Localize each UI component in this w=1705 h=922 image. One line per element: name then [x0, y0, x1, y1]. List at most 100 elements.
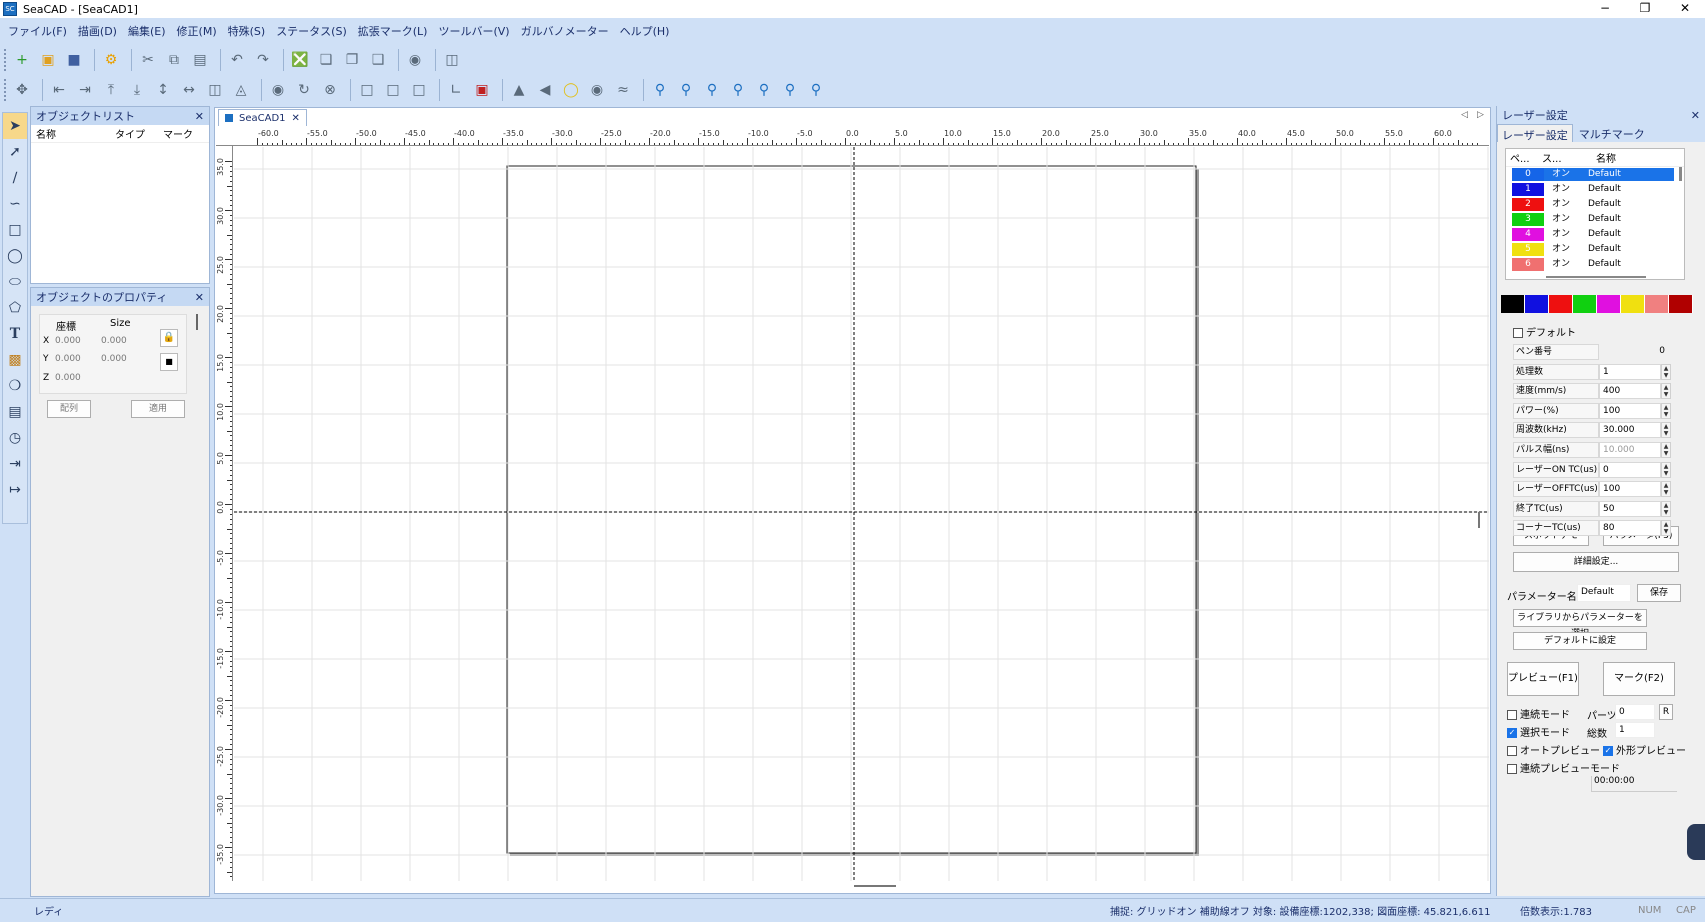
close-window-button[interactable]: ✕	[1665, 0, 1705, 18]
bitmap-tool-icon[interactable]: ▩	[3, 347, 27, 373]
rotate-icon[interactable]: ↻	[293, 79, 315, 101]
pen-list-hscroll[interactable]	[1546, 276, 1646, 278]
pen-row[interactable]: 4 オン Default	[1506, 227, 1684, 242]
cut-icon[interactable]: ✂	[137, 49, 159, 71]
x-position-field[interactable]: 0.000	[52, 334, 96, 350]
default-check-box[interactable]	[1513, 328, 1523, 338]
menu-edit[interactable]: 編集(E)	[128, 23, 166, 39]
distribute-h-icon[interactable]: ◫	[204, 79, 226, 101]
param-spinner[interactable]: ▲ ▼	[1661, 383, 1671, 400]
pen-row[interactable]: 1 オン Default	[1506, 182, 1684, 197]
menu-special[interactable]: 特殊(S)	[228, 23, 266, 39]
apply-button[interactable]: 適用	[131, 400, 185, 418]
toolbar-grip-2[interactable]	[4, 79, 7, 101]
menu-file[interactable]: ファイル(F)	[8, 23, 67, 39]
auto-preview-checkbox[interactable]: オートプレビュー	[1507, 742, 1600, 757]
zoom-icon[interactable]: ⚲	[649, 79, 671, 101]
pen-row[interactable]: 3 オン Default	[1506, 212, 1684, 227]
barcode-tool-icon[interactable]: ▤	[3, 399, 27, 425]
align-right-icon[interactable]: ⇥	[74, 79, 96, 101]
ellipse-tool-icon[interactable]: ⬭	[3, 269, 27, 295]
restore-button[interactable]: ❐	[1625, 0, 1665, 18]
redo-icon[interactable]: ↷	[252, 49, 274, 71]
align-left-icon[interactable]: ⇤	[48, 79, 70, 101]
laser-panel-close-icon[interactable]: ✕	[1691, 109, 1700, 122]
center-align-icon[interactable]: ✥	[11, 79, 33, 101]
line-tool-icon[interactable]: ∕	[3, 165, 27, 191]
combine-icon[interactable]: ❐	[341, 49, 363, 71]
pen-row[interactable]: 6 オン Default	[1506, 257, 1684, 272]
menu-galvanometer[interactable]: ガルバノメーター	[521, 23, 609, 39]
pen-col-state[interactable]: ス...	[1538, 150, 1572, 165]
continuous-preview-checkbox[interactable]: 連続プレビューモード	[1507, 760, 1620, 775]
export-icon[interactable]: ◫	[441, 49, 463, 71]
align-top-icon[interactable]: ⤒	[100, 79, 122, 101]
column-type[interactable]: タイプ	[111, 126, 159, 141]
delete-icon[interactable]: ⊗	[319, 79, 341, 101]
settings-gear-icon[interactable]: ⚙	[100, 49, 122, 71]
column-mark[interactable]: マーク	[159, 126, 207, 141]
param-spinner[interactable]: ▲ ▼	[1661, 402, 1671, 419]
align-vcenter-icon[interactable]: ↕	[152, 79, 174, 101]
align-bottom-icon[interactable]: ⤓	[126, 79, 148, 101]
split-icon[interactable]: ❑	[367, 49, 389, 71]
param-value-field[interactable]: 100	[1599, 481, 1661, 498]
param-value-field[interactable]: 10.000	[1599, 442, 1661, 458]
axis-icon[interactable]: ∟	[445, 79, 467, 101]
param-spinner[interactable]: ▲ ▼	[1661, 442, 1671, 458]
menu-extended-mark[interactable]: 拡張マーク(L)	[358, 23, 428, 39]
preview-eye-icon[interactable]: ◉	[586, 79, 608, 101]
minimize-button[interactable]: −	[1585, 0, 1625, 18]
horizontal-scrollbar-thumb[interactable]	[854, 885, 896, 887]
palette-swatch[interactable]	[1573, 295, 1597, 313]
param-spinner[interactable]: ▲ ▼	[1661, 461, 1671, 478]
mirror-h-icon[interactable]: ▲	[508, 79, 530, 101]
default-checkbox[interactable]: デフォルト	[1513, 324, 1576, 339]
preview-f1-button[interactable]: プレビュー(F1)	[1507, 662, 1579, 696]
paste-icon[interactable]: ▤	[189, 49, 211, 71]
pen-col-name[interactable]: 名称	[1572, 150, 1652, 165]
zoom-in-icon[interactable]: ⚲	[701, 79, 723, 101]
height-field[interactable]: 0.000	[98, 352, 142, 368]
lock-ratio-icon[interactable]: 🔒	[160, 329, 178, 347]
lock-icon[interactable]: □	[356, 79, 378, 101]
palette-swatch[interactable]	[1501, 295, 1525, 313]
pen-list-scroll[interactable]	[1679, 167, 1682, 181]
align-hcenter-icon[interactable]: ↔	[178, 79, 200, 101]
column-name[interactable]: 名称	[31, 126, 111, 141]
zoom-out-icon[interactable]: ⚲	[727, 79, 749, 101]
palette-swatch[interactable]	[1597, 295, 1621, 313]
select-mode-checkbox[interactable]: ✓ 選択モード	[1507, 724, 1570, 739]
group-icon[interactable]: ❎	[289, 49, 311, 71]
param-spinner[interactable]: ▲ ▼	[1661, 363, 1671, 380]
param-value-field[interactable]: 50	[1599, 500, 1661, 517]
param-spinner[interactable]: ▲ ▼	[1661, 520, 1671, 537]
distribute-v-icon[interactable]: ◬	[230, 79, 252, 101]
drawing-canvas[interactable]	[234, 147, 1489, 881]
save-param-button[interactable]: 保存	[1637, 584, 1681, 602]
palette-swatch[interactable]	[1525, 295, 1549, 313]
lock-all-icon[interactable]: □	[408, 79, 430, 101]
tab-close-icon[interactable]: ✕	[292, 113, 300, 124]
outline-preview-checkbox[interactable]: ✓ 外形プレビュー	[1603, 742, 1686, 757]
camera-icon[interactable]: ◉	[404, 49, 426, 71]
menu-toolbar[interactable]: ツールバー(V)	[438, 23, 509, 39]
scroll-handle[interactable]	[196, 314, 198, 330]
new-file-icon[interactable]: +	[11, 49, 33, 71]
text-tool-icon[interactable]: T	[3, 321, 27, 347]
detail-settings-button[interactable]: 詳細設定...	[1513, 552, 1679, 572]
total-field[interactable]: 1	[1615, 722, 1655, 738]
circle-tool-icon[interactable]: ◯	[3, 243, 27, 269]
menu-modify[interactable]: 修正(M)	[177, 23, 217, 39]
pen-row[interactable]: 0 オン Default	[1506, 167, 1684, 182]
z-position-field[interactable]: 0.000	[52, 371, 96, 387]
highlight-icon[interactable]: ◯	[560, 79, 582, 101]
input-port-icon[interactable]: ⇥	[3, 451, 27, 477]
tab-laser-settings[interactable]: レーザー設定	[1497, 124, 1573, 142]
node-tool-icon[interactable]: ➚	[3, 139, 27, 165]
continuous-mode-checkbox[interactable]: 連続モード	[1507, 706, 1570, 721]
hide-icon[interactable]: ≈	[612, 79, 634, 101]
select-from-library-button[interactable]: ライブラリからパラメーターを選択	[1513, 609, 1647, 639]
palette-swatch[interactable]	[1549, 295, 1573, 313]
save-icon[interactable]: ■	[63, 49, 85, 71]
